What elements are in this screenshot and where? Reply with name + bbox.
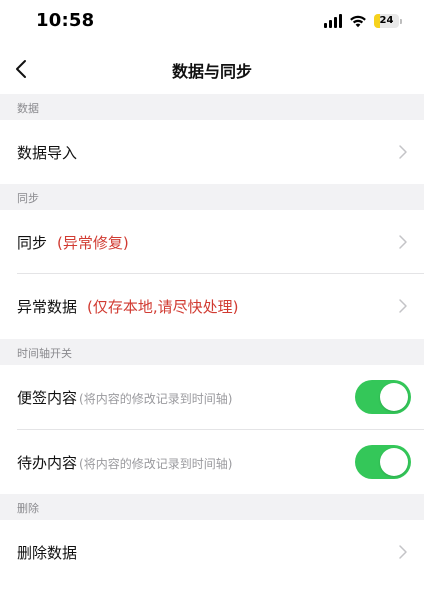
page-title: 数据与同步 <box>171 62 252 81</box>
cellular-signal-icon <box>324 14 342 28</box>
row-label: 数据导入 <box>17 142 77 163</box>
row-todo-content: 待办内容 (将内容的修改记录到时间轴) <box>0 430 424 494</box>
navigation-bar: 数据与同步 <box>0 44 424 94</box>
wifi-icon <box>350 15 366 28</box>
section-header-label: 删除 <box>17 502 39 515</box>
row-title: 删除数据 <box>17 544 78 562</box>
status-time: 10:58 <box>36 10 95 31</box>
chevron-right-icon <box>399 299 407 313</box>
row-abnormal-data[interactable]: 异常数据 (仅存本地,请尽快处理) <box>0 274 424 339</box>
status-icons: 24 <box>324 12 402 30</box>
section-header-label: 数据 <box>17 102 39 115</box>
toggle-knob <box>380 383 408 411</box>
row-title: 异常数据 <box>17 298 78 316</box>
section-header-label: 同步 <box>17 192 39 205</box>
row-title: 便签内容 <box>17 389 78 407</box>
battery-level: 24 <box>379 15 394 26</box>
row-label: 同步 (异常修复) <box>17 232 129 253</box>
row-delete-data[interactable]: 删除数据 <box>0 520 424 584</box>
chevron-right-icon <box>399 145 407 159</box>
section-header-sync: 同步 <box>0 184 424 210</box>
chevron-right-icon <box>399 545 407 559</box>
battery-tip <box>400 18 402 24</box>
row-title: 待办内容 <box>17 454 78 472</box>
section-header-delete: 删除 <box>0 494 424 520</box>
row-note: (异常修复) <box>57 234 129 252</box>
row-label: 待办内容 (将内容的修改记录到时间轴) <box>17 452 232 473</box>
notes-timeline-toggle[interactable] <box>355 380 411 414</box>
row-title: 数据导入 <box>17 144 78 162</box>
row-label: 便签内容 (将内容的修改记录到时间轴) <box>17 387 232 408</box>
row-label: 异常数据 (仅存本地,请尽快处理) <box>17 296 239 317</box>
row-note: (将内容的修改记录到时间轴) <box>79 392 233 406</box>
chevron-right-icon <box>399 235 407 249</box>
todo-timeline-toggle[interactable] <box>355 445 411 479</box>
row-note: (仅存本地,请尽快处理) <box>87 298 239 316</box>
row-notes-content: 便签内容 (将内容的修改记录到时间轴) <box>0 365 424 429</box>
status-bar: 10:58 24 <box>0 0 424 44</box>
toggle-knob <box>380 448 408 476</box>
row-sync[interactable]: 同步 (异常修复) <box>0 210 424 274</box>
section-header-data: 数据 <box>0 94 424 120</box>
row-label: 删除数据 <box>17 542 77 563</box>
row-note: (将内容的修改记录到时间轴) <box>79 457 233 471</box>
section-header-label: 时间轴开关 <box>17 347 72 360</box>
battery-icon: 24 <box>374 14 399 28</box>
row-data-import[interactable]: 数据导入 <box>0 120 424 184</box>
section-header-timeline: 时间轴开关 <box>0 339 424 365</box>
row-title: 同步 <box>17 234 48 252</box>
